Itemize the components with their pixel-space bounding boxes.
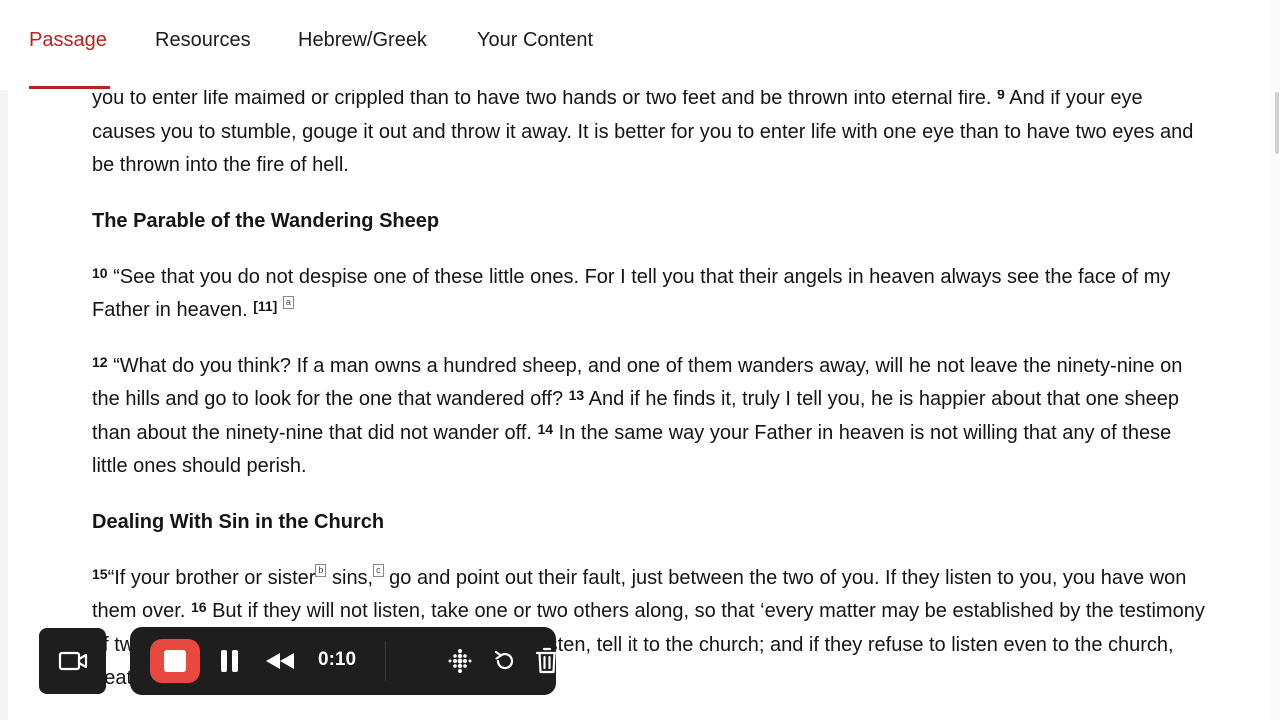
footnote-link[interactable]: c	[373, 563, 384, 577]
tab-passage[interactable]: Passage	[29, 29, 107, 52]
grid-button[interactable]	[445, 627, 475, 695]
recording-toolbar: 0:10	[39, 627, 559, 695]
verse-number: 12	[92, 353, 108, 370]
verse-number: 13	[568, 387, 585, 403]
camera-toggle-button[interactable]	[39, 628, 106, 694]
pause-button[interactable]	[215, 627, 245, 695]
rewind-button[interactable]	[260, 627, 300, 695]
camera-icon	[58, 651, 87, 671]
verse-number: 16	[190, 599, 207, 615]
tab-bar: Passage Resources Hebrew/Greek Your Cont…	[0, 0, 1270, 90]
page-left-edge	[0, 0, 8, 720]
paragraph-verses-10-11: 10 “See that you do not despise one of t…	[92, 261, 1207, 328]
footnote-link[interactable]: b	[315, 563, 327, 577]
paragraph-verses-8-9: you to enter life maimed or crippled tha…	[92, 82, 1207, 183]
scrollbar[interactable]	[1270, 0, 1280, 720]
verse-8-text: you to enter life maimed or crippled tha…	[92, 87, 992, 109]
verse-number: 15	[92, 565, 108, 582]
grid-icon	[448, 649, 472, 673]
paragraph-verses-12-14: 12 “What do you think? If a man owns a h…	[92, 350, 1207, 484]
trash-icon	[535, 647, 559, 674]
stop-icon	[164, 650, 186, 672]
active-tab-indicator	[29, 86, 110, 89]
rewind-icon	[266, 653, 294, 669]
passage-text: you to enter life maimed or crippled tha…	[92, 82, 1207, 718]
verse-number: 14	[537, 420, 554, 437]
tab-resources[interactable]: Resources	[155, 29, 251, 52]
verse-number: 10	[92, 264, 108, 281]
pause-icon	[221, 650, 238, 672]
restart-icon	[494, 650, 514, 670]
toolbar-divider	[385, 641, 386, 681]
verse-number: [11]	[253, 298, 278, 314]
verse-15-text: “If your brother or sister	[107, 566, 316, 589]
tab-hebrew-greek[interactable]: Hebrew/Greek	[298, 29, 427, 52]
section-heading: The Parable of the Wandering Sheep	[92, 209, 440, 232]
verse-15-text: sins,	[326, 566, 374, 589]
stop-recording-button[interactable]	[150, 639, 200, 683]
section-heading: Dealing With Sin in the Church	[92, 510, 385, 533]
scrollbar-thumb[interactable]	[1275, 92, 1279, 154]
delete-button[interactable]	[532, 627, 562, 695]
footnote-link[interactable]: a	[282, 296, 294, 309]
restart-button[interactable]	[490, 627, 520, 695]
tab-your-content[interactable]: Your Content	[477, 29, 593, 52]
recording-controls: 0:10	[130, 627, 559, 695]
recording-timer: 0:10	[318, 649, 357, 670]
